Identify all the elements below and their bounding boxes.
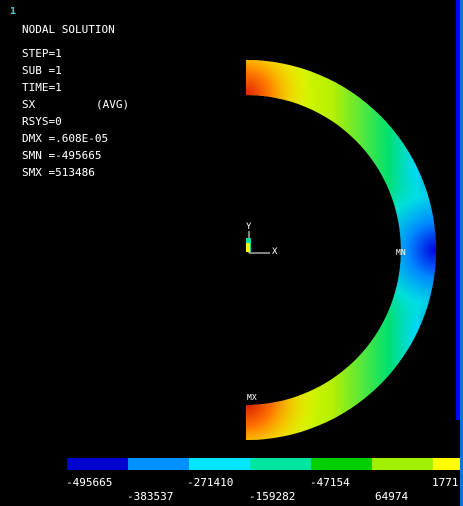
legend-label-top-4: 1771	[432, 476, 459, 489]
contour-plot: Y X MN MX	[246, 60, 436, 440]
legend-label-top-2: -271410	[187, 476, 234, 489]
legend-label-bottom-1: -383537	[127, 490, 174, 503]
triad-y-label: Y	[246, 222, 252, 232]
legend-band-1	[67, 458, 128, 470]
legend-band-2	[128, 458, 189, 470]
max-marker: MX	[247, 393, 257, 402]
legend-label-bottom-3: 64974	[375, 490, 409, 503]
min-marker: MN	[396, 248, 406, 257]
legend-band-5	[311, 458, 372, 470]
legend-label-top-3: -47154	[310, 476, 350, 489]
triad-x-label: X	[272, 247, 278, 257]
legend-band-6	[372, 458, 433, 470]
coordinate-triad: Y X	[246, 222, 278, 257]
legend-band-3	[189, 458, 250, 470]
legend-label-top-1: -495665	[66, 476, 113, 489]
ansys-graphics-window: 1 NODAL SOLUTION STEP=1 SUB =1 TIME=1 SX…	[0, 0, 463, 506]
graphics-area[interactable]: 1 NODAL SOLUTION STEP=1 SUB =1 TIME=1 SX…	[0, 0, 463, 506]
legend-label-bottom-2: -159282	[249, 490, 296, 503]
legend-band-4	[250, 458, 311, 470]
legend-band-7	[433, 458, 463, 470]
